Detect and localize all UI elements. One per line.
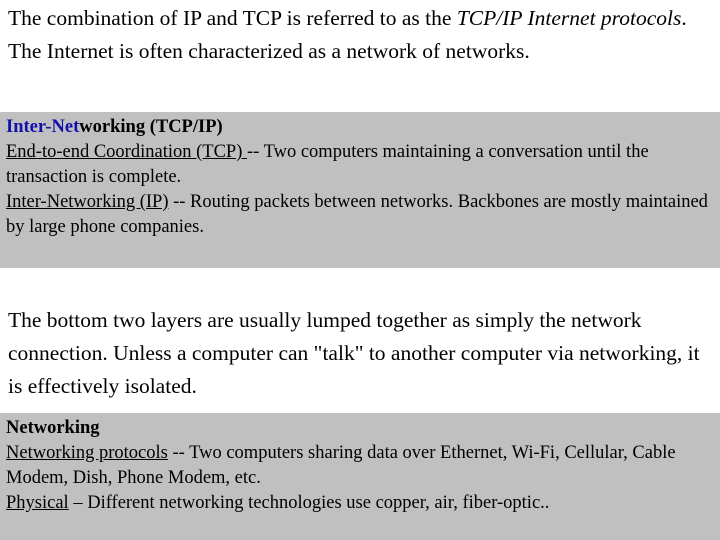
ip-definition-line: Inter-Networking (IP) -- Routing packets… — [6, 190, 714, 240]
bottom-layers-paragraph: The bottom two layers are usually lumped… — [8, 308, 700, 398]
networking-protocols-term: Networking protocols — [6, 443, 168, 463]
physical-description: – Different networking technologies use … — [68, 493, 550, 513]
intro-text-italic: TCP/IP Internet protocols — [456, 6, 682, 30]
networking-highlight-block: Networking Networking protocols -- Two c… — [0, 413, 720, 540]
internetworking-highlight-block: Inter-Networking (TCP/IP) End-to-end Coo… — [0, 112, 720, 268]
tcp-term: End-to-end Coordination (TCP) — [6, 142, 247, 162]
slide-canvas: The combination of IP and TCP is referre… — [0, 0, 720, 540]
internetworking-heading-rest: working (TCP/IP) — [79, 117, 223, 137]
intro-paragraph: The combination of IP and TCP is referre… — [0, 2, 720, 68]
ip-term: Inter-Networking (IP) — [6, 192, 169, 212]
networking-heading: Networking — [6, 418, 100, 438]
internetworking-heading: Inter-Networking (TCP/IP) — [6, 115, 714, 140]
physical-term: Physical — [6, 493, 69, 513]
physical-line: Physical – Different networking technolo… — [6, 491, 714, 516]
tcp-definition-line: End-to-end Coordination (TCP) -- Two com… — [6, 140, 714, 190]
networking-protocols-line: Networking protocols -- Two computers sh… — [6, 441, 714, 491]
intro-text-part1: The combination of IP and TCP is referre… — [8, 6, 457, 30]
internetworking-heading-accent: Inter-Net — [6, 117, 80, 137]
